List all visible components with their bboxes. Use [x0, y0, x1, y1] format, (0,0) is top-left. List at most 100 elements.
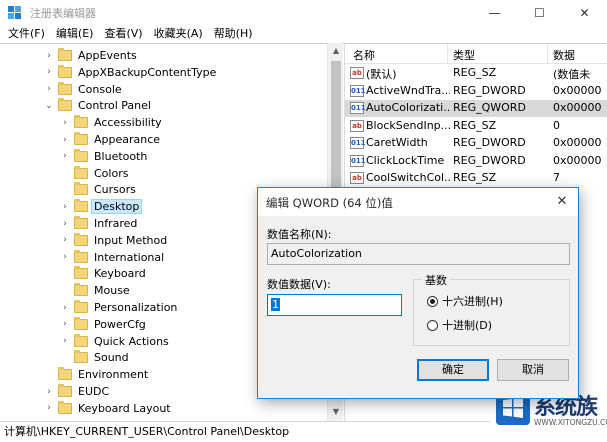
collapse-chevron-icon[interactable]: ⌄: [44, 101, 54, 111]
value-name: CaretWidth: [366, 136, 428, 149]
maximize-button[interactable]: ☐: [517, 0, 562, 25]
tree-item-label: Environment: [78, 368, 149, 382]
scroll-up-arrow-icon[interactable]: ▲: [328, 43, 344, 59]
tree-item[interactable]: Colors: [60, 165, 128, 182]
list-header: 名称 类型 数据: [345, 44, 607, 64]
expand-chevron-icon[interactable]: ›: [60, 252, 70, 262]
dialog-body: 数值名称(N): AutoColorization 数值数据(V): 1 基数 …: [258, 216, 578, 398]
hex-label: 十六进制(H): [442, 295, 503, 308]
folder-icon: [74, 199, 88, 213]
expand-chevron-icon[interactable]: ›: [60, 219, 70, 229]
cancel-button[interactable]: 取消: [497, 359, 569, 381]
tree-item-label: Accessibility: [94, 116, 162, 130]
edit-qword-dialog: 编辑 QWORD (64 位)值 ✕ 数值名称(N): AutoColoriza…: [257, 187, 579, 399]
tree-item-label: Quick Actions: [94, 334, 169, 348]
tree-item[interactable]: Mouse: [60, 282, 130, 299]
folder-icon: [58, 367, 72, 381]
tree-item[interactable]: › Infrared: [60, 215, 137, 232]
expand-chevron-icon[interactable]: ›: [60, 319, 70, 329]
tree-item[interactable]: Sound: [60, 349, 129, 366]
column-header-name[interactable]: 名称: [353, 47, 375, 63]
expand-chevron-icon[interactable]: ›: [60, 118, 70, 128]
tree-item[interactable]: › Console: [44, 81, 122, 98]
value-row[interactable]: ab CoolSwitchCol... REG_SZ 7: [345, 170, 607, 187]
expand-chevron-icon[interactable]: ›: [60, 336, 70, 346]
value-type: REG_SZ: [453, 171, 497, 184]
tree-item[interactable]: › EUDC: [44, 383, 109, 400]
expand-chevron-icon[interactable]: ›: [60, 151, 70, 161]
expand-chevron-icon[interactable]: ›: [60, 303, 70, 313]
menu-help[interactable]: 帮助(H): [214, 25, 253, 43]
value-name: CoolSwitchCol...: [366, 171, 450, 184]
expand-chevron-icon[interactable]: ›: [44, 84, 54, 94]
menu-view[interactable]: 查看(V): [104, 25, 142, 43]
scroll-down-arrow-icon[interactable]: ▼: [328, 404, 344, 420]
folder-icon: [74, 216, 88, 229]
value-row[interactable]: 011 ActiveWndTra... REG_DWORD 0x00000: [345, 83, 607, 100]
tree-item[interactable]: › PowerCfg: [60, 316, 146, 333]
value-name-label: 数值名称(N):: [267, 228, 332, 241]
column-header-type[interactable]: 类型: [453, 47, 475, 63]
radio-selected-icon[interactable]: [427, 295, 438, 307]
value-data-input[interactable]: 1: [267, 294, 402, 316]
radio-decimal[interactable]: 十进制(D): [427, 317, 492, 333]
value-row[interactable]: 011 ClickLockTime REG_DWORD 0x00000: [345, 153, 607, 170]
watermark-url: WWW.XITONGZU.COM: [534, 418, 607, 427]
expand-chevron-icon[interactable]: ›: [60, 235, 70, 245]
folder-icon: [58, 48, 72, 61]
tree-item-label: Keyboard: [94, 267, 146, 281]
dialog-close-icon[interactable]: ✕: [552, 192, 572, 212]
tree-item-label: EUDC: [78, 385, 110, 398]
minimize-button[interactable]: —: [472, 0, 517, 25]
radio-hexadecimal[interactable]: 十六进制(H): [427, 293, 503, 309]
tree-item[interactable]: Keyboard: [60, 265, 146, 282]
base-group: 基数 十六进制(H) 十进制(D): [413, 272, 570, 346]
tree-item[interactable]: › Accessibility: [60, 114, 162, 131]
tree-item[interactable]: ⌄ Control Panel: [44, 97, 151, 114]
expand-chevron-icon[interactable]: ›: [60, 135, 70, 145]
value-row[interactable]: ab (默认) REG_SZ (数值未: [345, 65, 607, 82]
expand-chevron-icon[interactable]: ›: [44, 51, 54, 61]
tree-item[interactable]: › Personalization: [60, 299, 177, 316]
tree-item[interactable]: › Desktop: [60, 198, 143, 215]
expand-chevron-icon[interactable]: ›: [44, 67, 54, 77]
tree-item-label: Personalization: [94, 301, 178, 314]
tree-item-label: Control Panel: [78, 99, 151, 113]
value-data-text: 1: [271, 298, 280, 311]
menu-edit[interactable]: 编辑(E): [56, 25, 94, 43]
tree-item[interactable]: › Bluetooth: [60, 148, 147, 165]
expand-chevron-icon[interactable]: ›: [44, 403, 54, 413]
radio-unselected-icon[interactable]: [427, 319, 438, 331]
column-header-data[interactable]: 数据: [553, 47, 575, 63]
tree-item[interactable]: › International: [60, 249, 164, 266]
menu-favorites[interactable]: 收藏夹(A): [154, 25, 203, 43]
menu-file[interactable]: 文件(F): [8, 25, 45, 43]
value-row[interactable]: 011 AutoColorizati... REG_QWORD 0x00000: [345, 100, 607, 117]
binary-value-icon: 011: [350, 154, 366, 167]
expand-chevron-icon[interactable]: ›: [60, 202, 70, 212]
value-row[interactable]: 011 CaretWidth REG_DWORD 0x00000: [345, 135, 607, 152]
tree-item-label: Keyboard Layout: [78, 401, 171, 415]
dialog-title: 编辑 QWORD (64 位)值: [266, 196, 393, 210]
value-name: AutoColorizati...: [366, 101, 450, 114]
tree-item[interactable]: Environment: [44, 366, 148, 383]
tree-item[interactable]: › Appearance: [60, 131, 160, 148]
close-button[interactable]: ✕: [562, 0, 607, 25]
tree-item[interactable]: Cursors: [60, 181, 136, 198]
folder-icon: [74, 316, 88, 330]
value-name: BlockSendInp...: [366, 118, 450, 132]
binary-value-icon: 011: [350, 84, 366, 97]
tree-item[interactable]: › Quick Actions: [60, 333, 169, 350]
ok-button[interactable]: 确定: [417, 359, 489, 381]
folder-icon: [74, 283, 88, 297]
value-type: REG_DWORD: [453, 83, 526, 97]
tree-item[interactable]: › AppXBackupContentType: [44, 64, 216, 81]
value-data-label: 数值数据(V):: [267, 278, 331, 291]
tree-item[interactable]: › AppEvents: [44, 47, 137, 64]
tree-item[interactable]: › Keyboard Layout: [44, 400, 171, 417]
folder-icon: [74, 148, 88, 162]
value-type: REG_DWORD: [453, 153, 526, 167]
expand-chevron-icon[interactable]: ›: [44, 387, 54, 397]
value-row[interactable]: ab BlockSendInp... REG_SZ 0: [345, 118, 607, 135]
tree-item[interactable]: › Input Method: [60, 232, 167, 249]
